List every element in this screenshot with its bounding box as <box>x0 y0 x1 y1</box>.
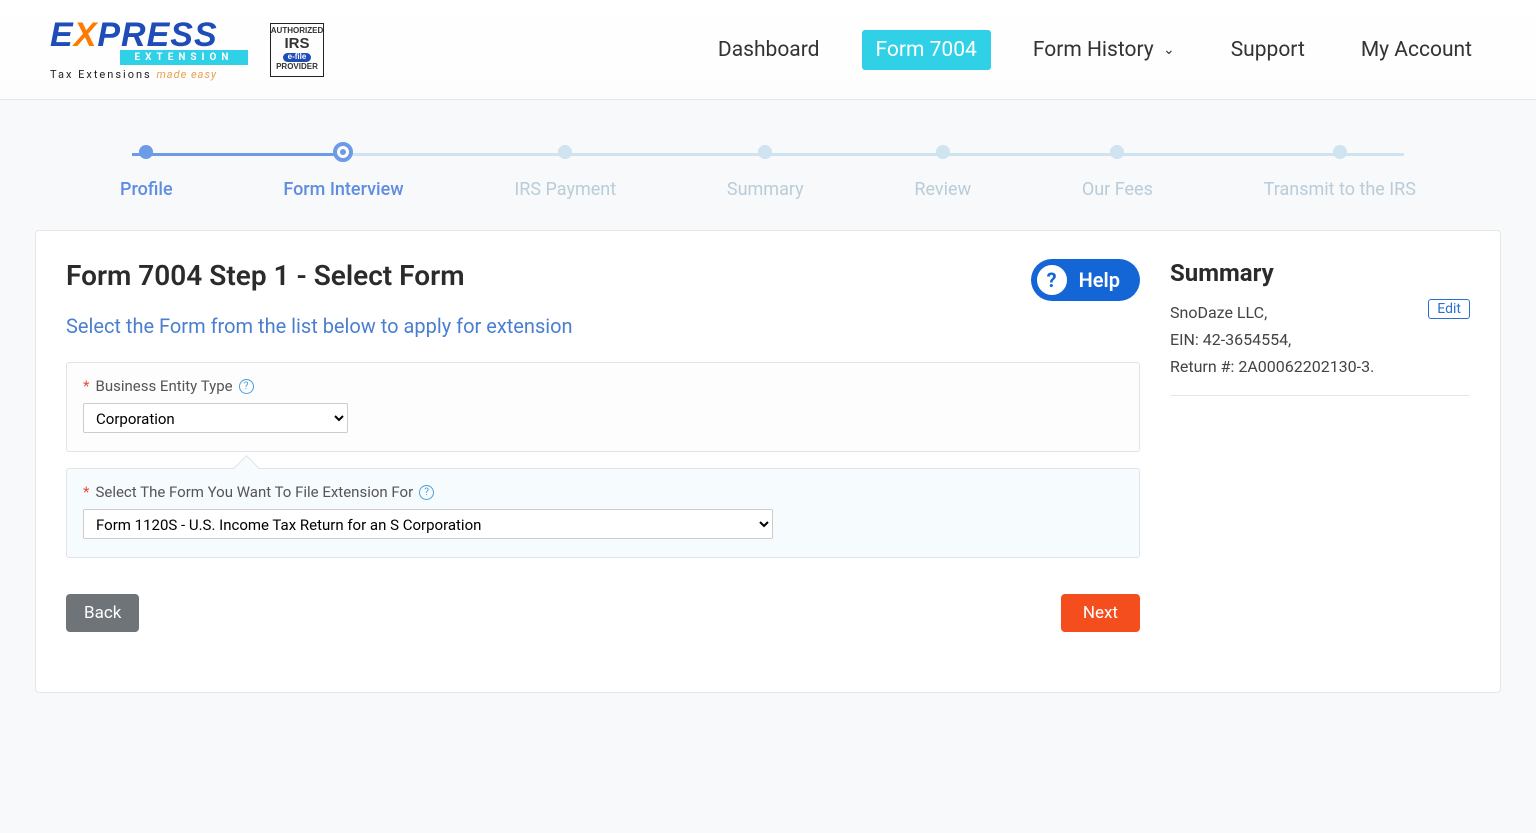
step-label: Our Fees <box>1082 179 1153 200</box>
summary-sidebar: Summary SnoDaze LLC, Edit EIN: 42-365455… <box>1170 259 1470 632</box>
entity-type-select[interactable]: Corporation <box>83 403 348 433</box>
select-form-group: * Select The Form You Want To File Extens… <box>66 468 1140 558</box>
main-card: Form 7004 Step 1 - Select Form ? Help Se… <box>35 230 1501 693</box>
step-dot <box>139 145 153 159</box>
brand-logo[interactable]: EXPRESS EXTENSION Tax Extensions made ea… <box>50 18 248 81</box>
back-button[interactable]: Back <box>66 594 139 632</box>
tagline-suffix: made easy <box>156 68 217 81</box>
next-button[interactable]: Next <box>1061 594 1140 632</box>
nav-dashboard[interactable]: Dashboard <box>704 30 834 70</box>
step-profile[interactable]: Profile <box>120 145 173 200</box>
action-row: Back Next <box>66 594 1140 632</box>
nav-my-account[interactable]: My Account <box>1347 30 1486 70</box>
entity-type-label-text: Business Entity Type <box>95 377 232 395</box>
help-label: Help <box>1079 268 1120 292</box>
form-subtitle: Select the Form from the list below to a… <box>66 314 1140 338</box>
nav-form-7004[interactable]: Form 7004 <box>862 30 991 70</box>
step-transmit[interactable]: Transmit to the IRS <box>1264 145 1416 200</box>
step-dot <box>558 145 572 159</box>
step-dot <box>1333 145 1347 159</box>
top-nav: Dashboard Form 7004 Form History ⌄ Suppo… <box>704 30 1486 70</box>
nav-form-history[interactable]: Form History ⌄ <box>1019 30 1189 70</box>
summary-ein: EIN: 42-3654554, <box>1170 326 1470 353</box>
summary-company: SnoDaze LLC, <box>1170 299 1267 326</box>
brand-prefix: E <box>50 16 74 54</box>
app-header: EXPRESS EXTENSION Tax Extensions made ea… <box>0 0 1536 100</box>
brand-x: X <box>74 16 98 54</box>
select-form-select[interactable]: Form 1120S - U.S. Income Tax Return for … <box>83 509 773 539</box>
irs-badge-line2: IRS <box>284 36 309 53</box>
progress-stepper: Profile Form Interview IRS Payment Summa… <box>0 100 1536 230</box>
logo-block: EXPRESS EXTENSION Tax Extensions made ea… <box>50 18 324 81</box>
question-mark-icon: ? <box>1035 263 1069 297</box>
step-label: Form Interview <box>283 179 403 200</box>
select-form-label-text: Select The Form You Want To File Extensi… <box>95 483 413 501</box>
step-dot <box>333 142 353 162</box>
required-asterisk: * <box>83 483 89 501</box>
entity-type-label: * Business Entity Type ? <box>83 377 1123 395</box>
form-panel: Form 7004 Step 1 - Select Form ? Help Se… <box>66 259 1140 632</box>
required-asterisk: * <box>83 377 89 395</box>
page-title: Form 7004 Step 1 - Select Form <box>66 259 465 292</box>
edit-button[interactable]: Edit <box>1428 299 1470 319</box>
step-label: Transmit to the IRS <box>1264 179 1416 200</box>
summary-return-number: Return #: 2A00062202130-3. <box>1170 353 1470 380</box>
step-form-interview[interactable]: Form Interview <box>283 145 403 200</box>
step-dot <box>1110 145 1124 159</box>
irs-badge-line4: PROVIDER <box>276 63 318 72</box>
step-label: Summary <box>727 179 804 200</box>
entity-type-group: * Business Entity Type ? Corporation <box>66 362 1140 452</box>
nav-form-history-label: Form History <box>1033 38 1154 62</box>
brand-wordmark: EXPRESS <box>50 18 248 52</box>
irs-badge-line3: e-file <box>283 53 312 62</box>
summary-divider <box>1170 395 1470 396</box>
info-icon[interactable]: ? <box>419 485 434 500</box>
irs-badge: AUTHORIZED IRS e-file PROVIDER <box>270 23 324 77</box>
step-review[interactable]: Review <box>914 145 971 200</box>
tagline-prefix: Tax Extensions <box>50 68 152 81</box>
brand-tagline: Tax Extensions made easy <box>50 68 248 81</box>
step-dot <box>936 145 950 159</box>
help-button[interactable]: ? Help <box>1031 259 1140 301</box>
info-icon[interactable]: ? <box>239 379 254 394</box>
summary-title: Summary <box>1170 259 1274 287</box>
nav-support[interactable]: Support <box>1217 30 1319 70</box>
step-summary[interactable]: Summary <box>727 145 804 200</box>
step-irs-payment[interactable]: IRS Payment <box>514 145 616 200</box>
select-form-label: * Select The Form You Want To File Extens… <box>83 483 1123 501</box>
step-label: IRS Payment <box>514 179 616 200</box>
brand-suffix: PRESS <box>97 16 217 54</box>
chevron-down-icon: ⌄ <box>1163 42 1175 58</box>
step-dot <box>758 145 772 159</box>
step-our-fees[interactable]: Our Fees <box>1082 145 1153 200</box>
step-label: Profile <box>120 179 173 200</box>
step-label: Review <box>914 179 971 200</box>
